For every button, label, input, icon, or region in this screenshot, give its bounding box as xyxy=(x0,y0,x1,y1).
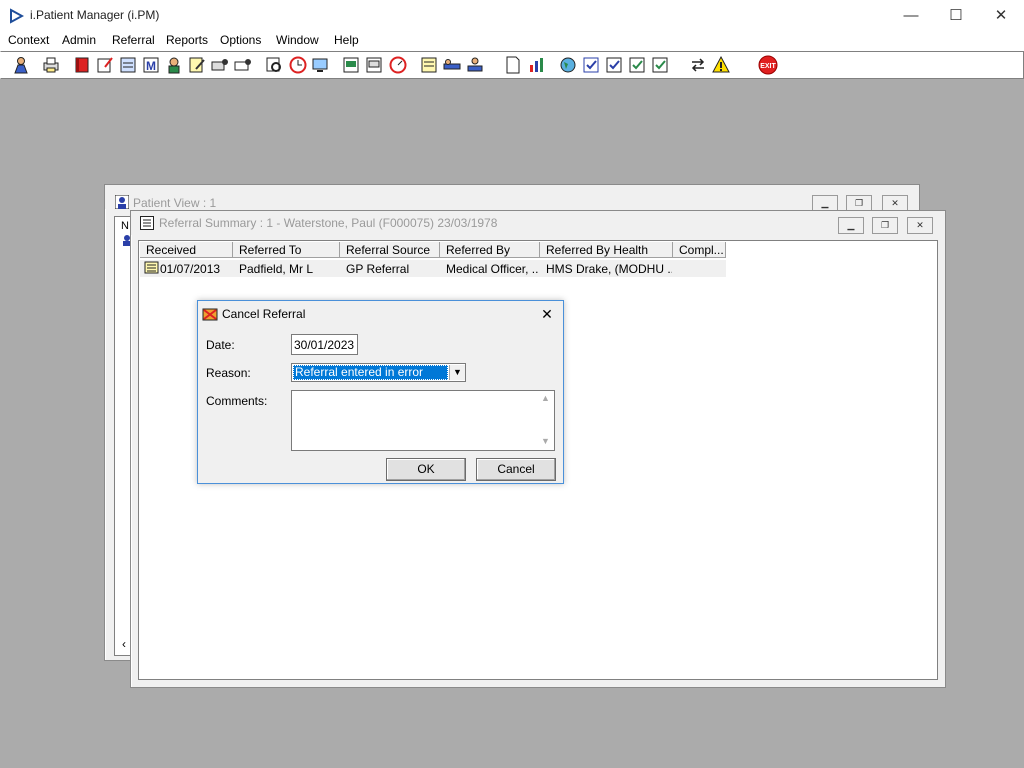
patient-view-title: Patient View : 1 xyxy=(133,196,217,210)
column-header-health-org[interactable]: Referred By Health Org. xyxy=(540,242,673,273)
cell-referred-to: Padfield, Mr L xyxy=(239,262,314,276)
patient-view-column-fragment: N xyxy=(121,220,129,232)
comments-label: Comments: xyxy=(206,394,268,408)
referral-summary-title: Referral Summary : 1 - Waterstone, Paul … xyxy=(159,216,498,230)
window-title: i.Patient Manager (i.PM) xyxy=(30,8,160,22)
globe-icon[interactable] xyxy=(558,55,578,75)
form-icon[interactable] xyxy=(364,55,384,75)
chart-icon[interactable] xyxy=(527,55,547,75)
reason-label: Reason: xyxy=(206,366,251,380)
list-icon[interactable] xyxy=(419,55,439,75)
timer-icon[interactable] xyxy=(388,55,408,75)
exit-icon-label: EXIT xyxy=(760,63,776,70)
referral-summary-restore-button[interactable]: ❐ xyxy=(872,217,898,234)
cancel-referral-icon xyxy=(202,308,218,321)
referral-summary-close-button[interactable]: ✕ xyxy=(907,217,933,234)
cell-received: 01/07/2013 xyxy=(160,262,221,276)
date-value: 30/01/2023 xyxy=(294,338,355,352)
chevron-down-icon[interactable]: ▼ xyxy=(449,365,465,380)
menu-referral[interactable]: Referral xyxy=(112,33,155,47)
reason-dropdown[interactable]: Referral entered in error ▼ xyxy=(291,363,466,382)
menu-options[interactable]: Options xyxy=(220,33,261,47)
ambulance-icon[interactable] xyxy=(233,55,253,75)
patient-icon[interactable] xyxy=(11,55,31,75)
reason-value: Referral entered in error xyxy=(293,365,448,380)
printer-icon[interactable] xyxy=(41,55,61,75)
cell-health-org: HMS Drake, (MODHU ... xyxy=(546,262,672,276)
checklist-icon[interactable] xyxy=(581,55,601,75)
referral-summary-minimize-button[interactable]: ▁ xyxy=(838,217,864,234)
schedule-icon[interactable] xyxy=(341,55,361,75)
comments-scrollbar[interactable]: ▲ ▼ xyxy=(538,391,554,450)
column-header-received[interactable]: Received xyxy=(140,242,233,258)
menu-help[interactable]: Help xyxy=(334,33,359,47)
register-icon[interactable] xyxy=(118,55,138,75)
menu-window[interactable]: Window xyxy=(276,33,319,47)
cancel-button[interactable]: Cancel xyxy=(476,458,556,481)
patient-view-icon xyxy=(115,195,129,209)
document-icon[interactable] xyxy=(503,55,523,75)
svg-text:M: M xyxy=(146,59,156,73)
patient-view-titlebar: Patient View : 1 ▁ ❐ ✕ xyxy=(105,185,919,212)
menu-context[interactable]: Context xyxy=(8,33,49,47)
exit-icon[interactable]: EXIT xyxy=(758,55,778,75)
book-icon[interactable] xyxy=(72,55,92,75)
column-header-referral-source[interactable]: Referral Source xyxy=(340,242,440,258)
swap-icon[interactable] xyxy=(688,55,708,75)
ward-icon[interactable] xyxy=(465,55,485,75)
maximize-button[interactable]: ☐ xyxy=(933,0,979,31)
title-bar: i.Patient Manager (i.PM) — ☐ ✕ xyxy=(0,0,1024,31)
edit-record-icon[interactable] xyxy=(95,55,115,75)
scroll-down-icon[interactable]: ▼ xyxy=(541,436,550,446)
mail-icon[interactable]: M xyxy=(141,55,161,75)
cell-referred-by: Medical Officer, ... xyxy=(446,262,538,276)
minimize-button[interactable]: — xyxy=(888,0,934,31)
scroll-up-icon[interactable]: ▲ xyxy=(541,393,550,403)
column-header-referred-to[interactable]: Referred To xyxy=(233,242,340,258)
notes-icon[interactable] xyxy=(187,55,207,75)
toolbar: M EXIT xyxy=(0,51,1024,79)
column-header-referred-by[interactable]: Referred By xyxy=(440,242,540,258)
referral-row-icon xyxy=(144,261,159,274)
date-field[interactable]: 30/01/2023 xyxy=(291,334,358,355)
warning-icon[interactable] xyxy=(711,55,731,75)
app-logo-icon xyxy=(10,8,24,24)
transfer-icon[interactable] xyxy=(210,55,230,75)
menu-reports[interactable]: Reports xyxy=(166,33,208,47)
ok-button[interactable]: OK xyxy=(386,458,466,481)
cell-compl xyxy=(679,261,725,277)
doctor-icon[interactable] xyxy=(164,55,184,75)
verify-icon[interactable] xyxy=(604,55,624,75)
referral-summary-icon xyxy=(140,216,154,230)
approve-icon[interactable] xyxy=(627,55,647,75)
column-header-compl[interactable]: Compl... xyxy=(673,242,726,258)
close-button[interactable]: ✕ xyxy=(978,0,1024,31)
search-record-icon[interactable] xyxy=(264,55,284,75)
dialog-title: Cancel Referral xyxy=(222,307,306,321)
clock-icon[interactable] xyxy=(288,55,308,75)
menu-admin[interactable]: Admin xyxy=(62,33,96,47)
dialog-close-button[interactable]: ✕ xyxy=(534,303,560,325)
date-label: Date: xyxy=(206,338,235,352)
cancel-referral-dialog: Cancel Referral ✕ Date: 30/01/2023 Reaso… xyxy=(197,300,564,484)
cell-referral-source: GP Referral xyxy=(346,262,410,276)
comments-textarea[interactable]: ▲ ▼ xyxy=(291,390,555,451)
monitor-icon[interactable] xyxy=(310,55,330,75)
confirm-icon[interactable] xyxy=(650,55,670,75)
menu-bar: Context Admin Referral Reports Options W… xyxy=(0,31,1024,51)
referral-summary-titlebar: Referral Summary : 1 - Waterstone, Paul … xyxy=(131,211,945,235)
bed-icon[interactable] xyxy=(442,55,462,75)
